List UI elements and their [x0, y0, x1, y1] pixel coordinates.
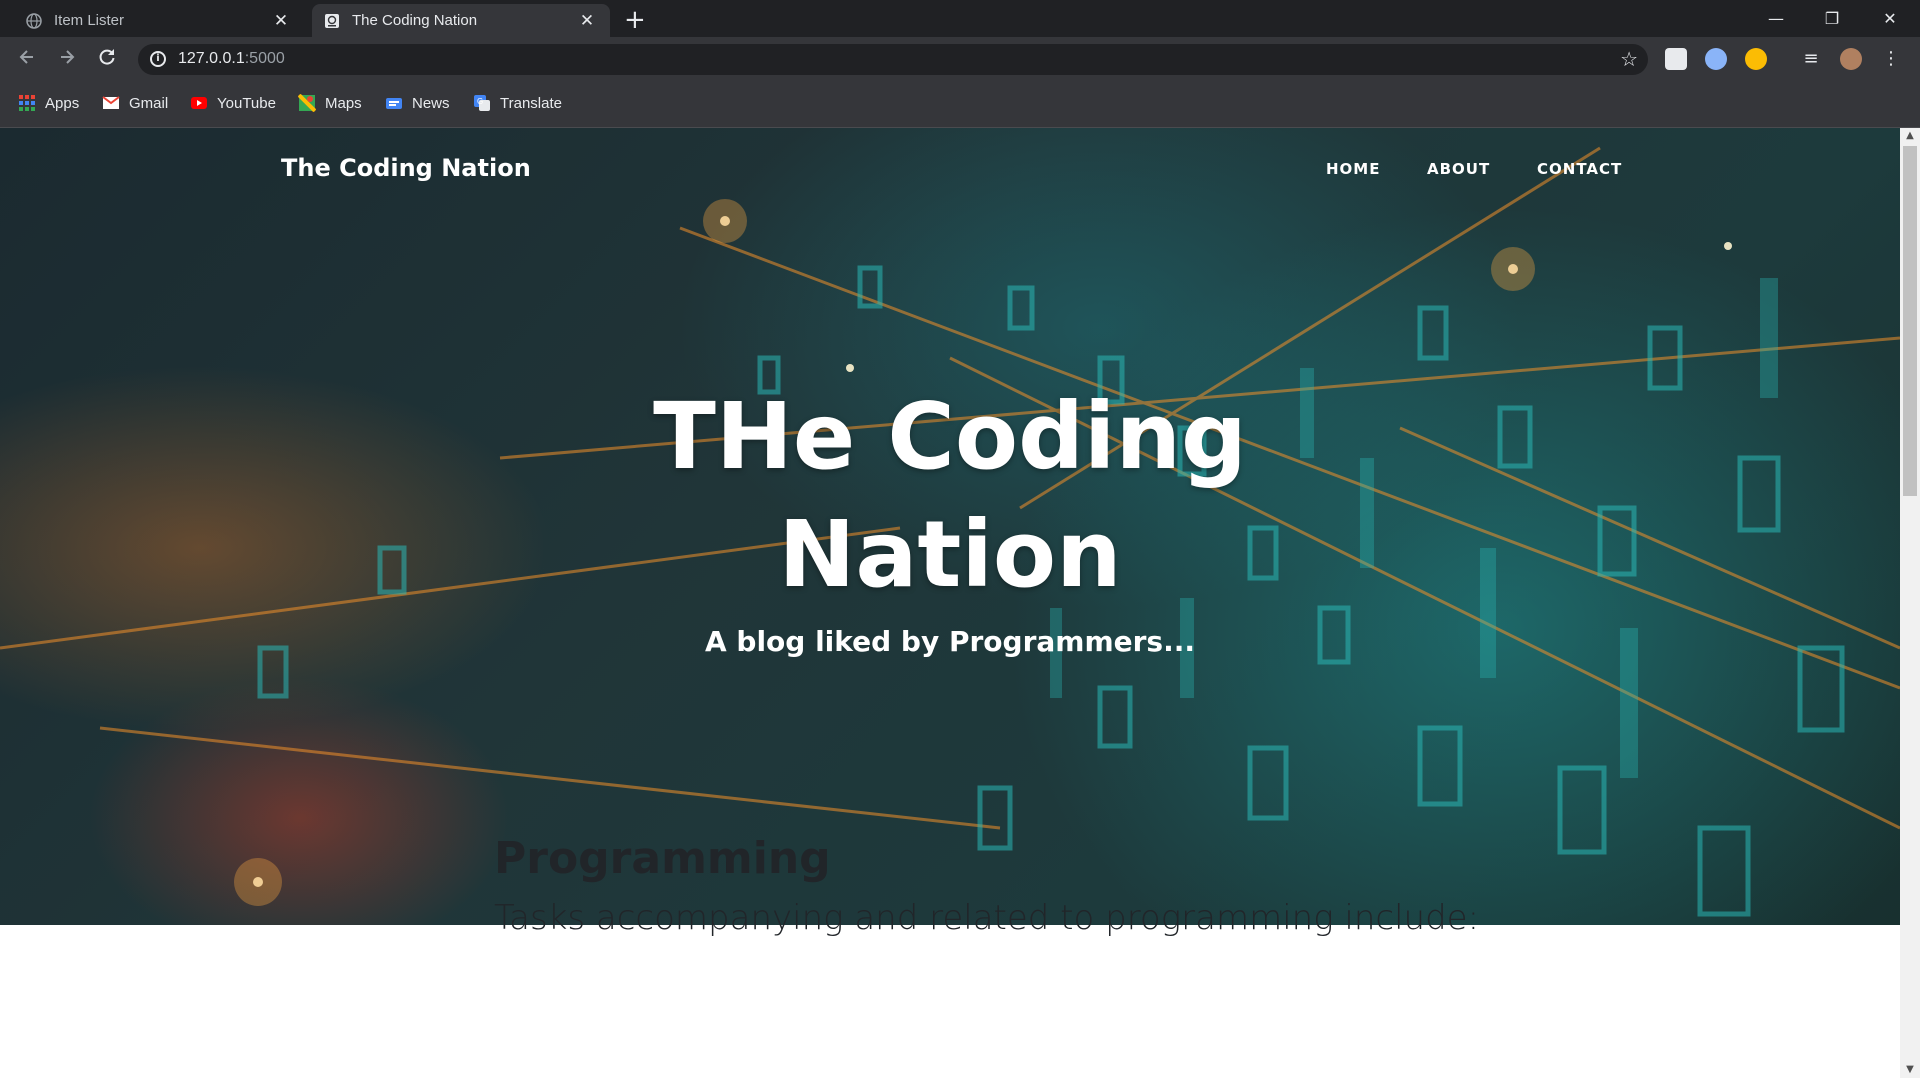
hero-title: THe Coding Nation — [600, 378, 1300, 614]
gmail-icon — [102, 96, 120, 109]
close-tab-icon[interactable]: ✕ — [576, 11, 598, 31]
bookmark-label: Maps — [325, 94, 362, 112]
tab-coding-nation[interactable]: The Coding Nation ✕ — [312, 4, 610, 37]
news-icon — [386, 98, 402, 109]
nav-home[interactable]: HOME — [1326, 160, 1380, 178]
nav-about[interactable]: ABOUT — [1427, 160, 1490, 178]
media-queue-icon[interactable]: ≡ — [1800, 48, 1822, 70]
forward-button[interactable] — [53, 46, 81, 74]
tab-title: The Coding Nation — [352, 12, 478, 29]
bookmark-label: Apps — [45, 94, 80, 112]
hero-subtitle: A blog liked by Programmers... — [704, 625, 1195, 658]
tab-title: Item Lister — [54, 12, 125, 29]
tab-strip: Item Lister ✕ The Coding Nation ✕ + — ❐ … — [0, 0, 1920, 37]
bookmark-gmail[interactable]: Gmail — [102, 94, 168, 112]
scroll-up-arrow-icon[interactable]: ▲ — [1900, 128, 1920, 144]
bookmark-maps[interactable]: Maps — [298, 94, 362, 112]
new-tab-button[interactable]: + — [624, 6, 646, 34]
bookmark-label: Gmail — [129, 94, 169, 112]
maps-icon — [298, 94, 316, 112]
avatar[interactable] — [1840, 48, 1862, 70]
info-icon[interactable]: i — [150, 51, 166, 67]
scroll-down-arrow-icon[interactable]: ▼ — [1900, 1062, 1920, 1078]
bookmark-youtube[interactable]: YouTube — [190, 94, 276, 112]
hero-title-line: Nation — [778, 501, 1122, 608]
bookmark-news[interactable]: News — [385, 94, 450, 112]
reload-icon — [99, 49, 115, 65]
svg-text:G: G — [477, 97, 483, 106]
site-icon — [325, 13, 339, 28]
nav-contact[interactable]: CONTACT — [1537, 160, 1622, 178]
extension-icon[interactable] — [1705, 48, 1727, 70]
hero-section: The Coding Nation HOME ABOUT CONTACT THe… — [0, 128, 1900, 925]
close-window-button[interactable]: ✕ — [1862, 0, 1918, 37]
restore-button[interactable]: ❐ — [1804, 0, 1860, 37]
reload-button[interactable] — [93, 46, 121, 74]
site-brand[interactable]: The Coding Nation — [281, 154, 531, 182]
bookmark-translate[interactable]: G Translate — [473, 94, 562, 112]
arrow-right-icon — [61, 50, 75, 64]
close-tab-icon[interactable]: ✕ — [270, 11, 292, 31]
hero-title-line: THe Coding — [653, 383, 1247, 490]
apps-grid-icon — [19, 95, 35, 111]
bookmark-apps[interactable]: Apps — [18, 94, 79, 112]
translate-icon: G — [474, 95, 490, 111]
url-text[interactable]: 127.0.0.1:5000 — [178, 50, 285, 68]
extension-icon[interactable] — [1745, 48, 1767, 70]
globe-icon — [26, 12, 42, 29]
bookmark-star-icon[interactable]: ☆ — [1620, 47, 1638, 71]
arrow-left-icon — [19, 50, 33, 64]
minimize-button[interactable]: — — [1748, 0, 1804, 37]
tab-item-lister[interactable]: Item Lister ✕ — [14, 4, 304, 37]
bookmark-label: News — [412, 94, 450, 112]
menu-kebab-icon[interactable]: ⋮ — [1880, 48, 1902, 70]
scrollbar-thumb[interactable] — [1903, 146, 1917, 496]
back-button[interactable] — [13, 46, 41, 74]
address-bar[interactable]: i 127.0.0.1:5000 ☆ — [138, 44, 1648, 75]
bookmark-label: YouTube — [217, 94, 276, 112]
post-subtitle: Tasks accompanying and related to progra… — [494, 898, 1480, 938]
bookmark-label: Translate — [500, 94, 562, 112]
extension-icon[interactable] — [1665, 48, 1687, 70]
post-title[interactable]: Programming — [494, 833, 831, 884]
browser-toolbar: i 127.0.0.1:5000 ☆ ≡ ⋮ — [0, 37, 1920, 82]
youtube-icon — [191, 97, 207, 109]
bookmarks-bar: Apps Gmail YouTube Maps News G Translate — [0, 82, 1920, 128]
